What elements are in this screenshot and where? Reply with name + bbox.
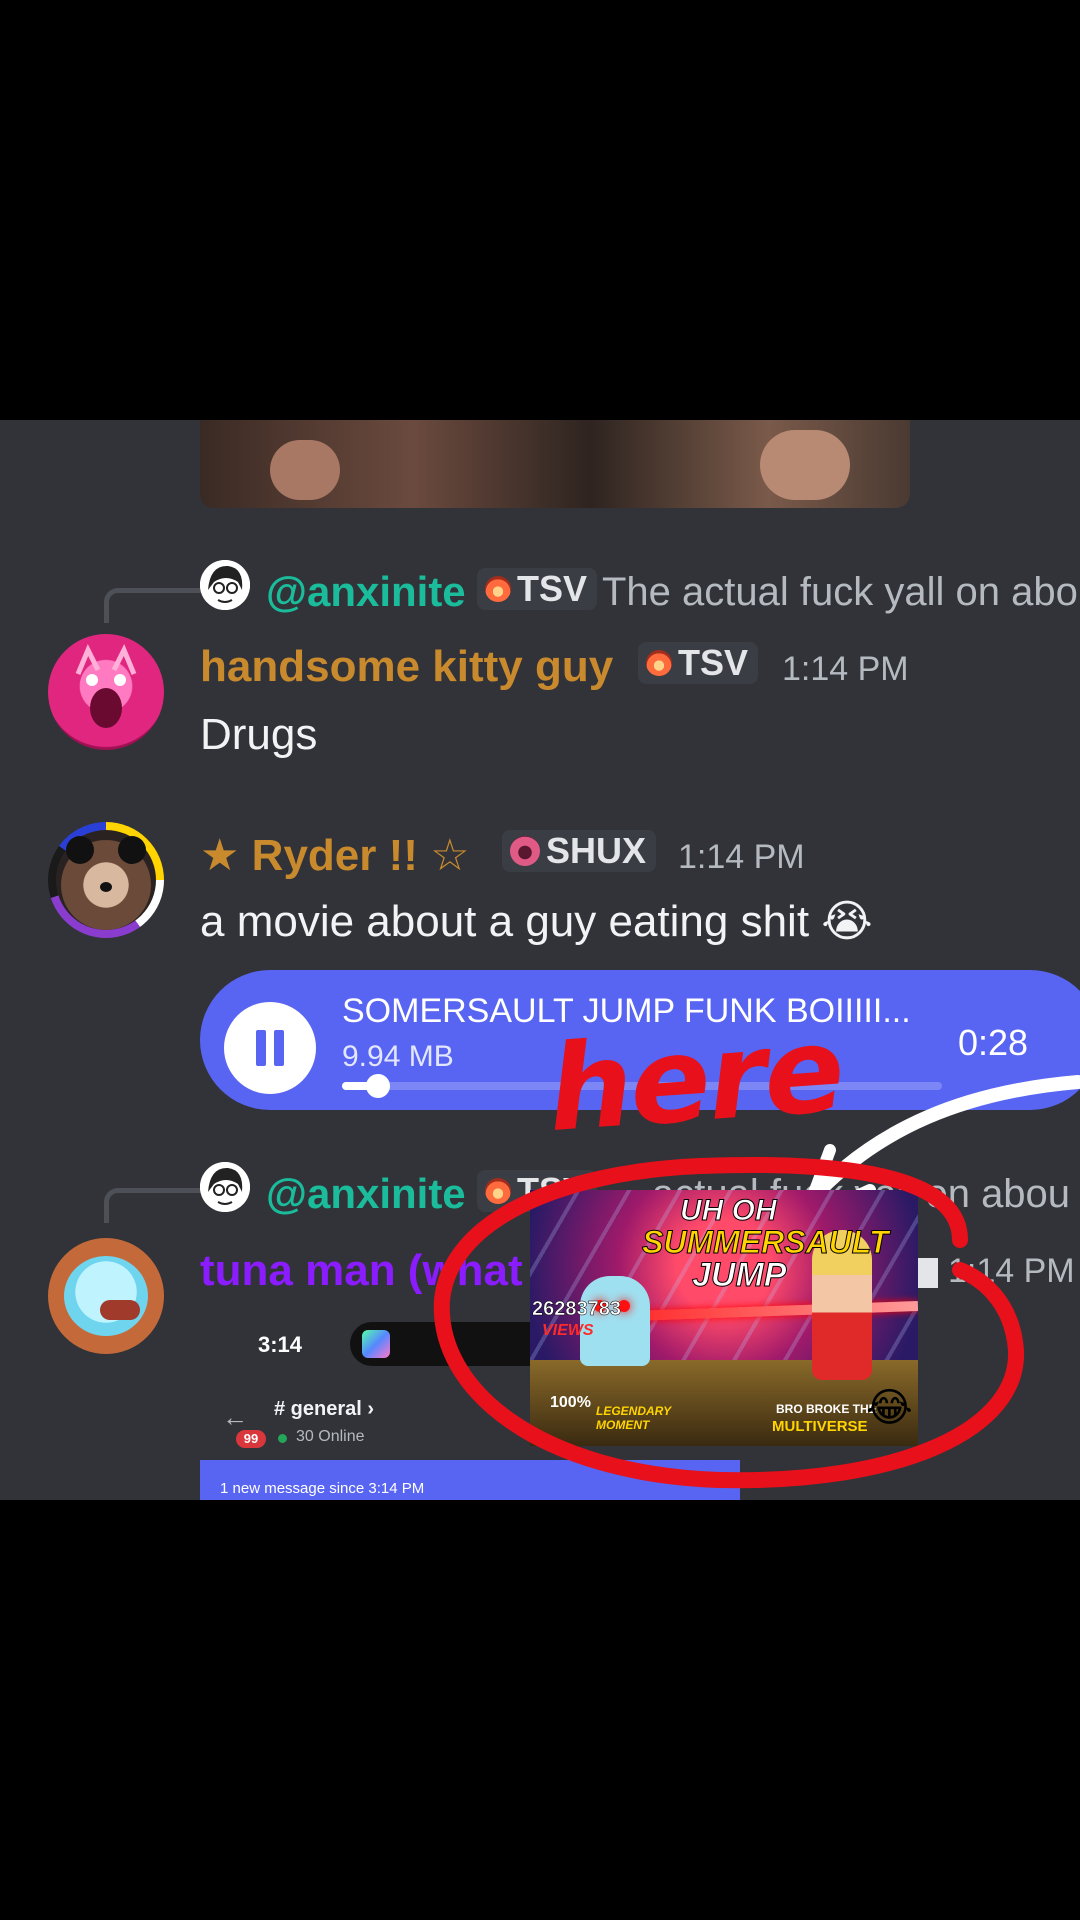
- chat-screen: @anxinite TSV The actual fuck yall on ab…: [0, 420, 1080, 1500]
- annotation-circle: [433, 1156, 1025, 1489]
